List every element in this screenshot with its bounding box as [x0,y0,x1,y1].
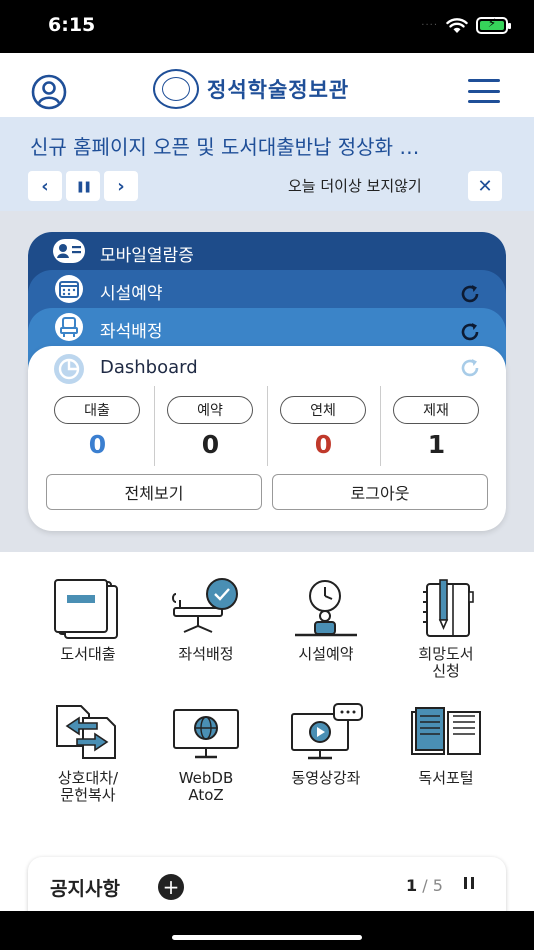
notice-page-total: / 5 [422,876,443,895]
app-header: 정석학술정보관 [0,53,534,117]
stat-label: 제재 [393,396,479,424]
notice-banner: 신규 홈페이지 오픈 및 도서대출반납 정상화 … ‹ ❚❚ › 오늘 더이상 … [0,117,534,211]
stat-overdue[interactable]: 연체 0 [267,396,380,462]
stat-label: 예약 [167,396,253,424]
notice-pagination: 1 / 5 [406,876,443,895]
service-book-request[interactable]: 희망도서 신청 [386,578,506,680]
dashboard-title: Dashboard [100,357,198,378]
pause-icon [464,877,467,889]
service-label: 상호대차/ 문헌복사 [57,769,119,804]
pie-chart-icon [54,354,84,384]
service-label: 좌석배정 [178,645,234,663]
refresh-icon[interactable] [458,320,482,344]
service-seat[interactable]: 좌석배정 [146,578,266,663]
stat-label: 대출 [54,396,140,424]
service-reading-portal[interactable]: 독서포털 [386,702,506,787]
refresh-icon[interactable] [458,356,482,380]
logout-button[interactable]: 로그아웃 [272,474,488,510]
banner-prev-button[interactable]: ‹ [28,171,62,201]
clock-desk-icon [295,580,357,637]
card-stack-area: 모바일열람증 시설예약 좌석배정 Dashboard 대출 0 예약 0 연체 … [0,211,534,552]
stat-reserve[interactable]: 예약 0 [154,396,267,462]
notice-more-button[interactable]: + [158,874,184,900]
service-label: 희망도서 신청 [418,645,474,680]
service-book-loan[interactable]: 도서대출 [28,578,148,663]
signal-dots: ···· [421,20,438,31]
seat-label: 좌석배정 [100,322,163,342]
battery-icon: ⚡ [476,16,511,34]
stat-label: 연체 [280,396,366,424]
notice-pause-button[interactable] [464,877,478,893]
stat-value: 0 [88,430,107,459]
user-circle-icon [31,74,67,110]
banner-pause-button[interactable]: ❚❚ [66,171,100,201]
stat-sanction[interactable]: 제재 1 [380,396,493,462]
service-label: 도서대출 [60,645,116,663]
banner-text[interactable]: 신규 홈페이지 오픈 및 도서대출반납 정상화 … [30,131,500,160]
open-book-icon [411,707,481,755]
service-video-lecture[interactable]: 동영상강좌 [266,702,386,787]
doc-exchange-icon [56,705,116,759]
notebook-pen-icon [423,579,474,637]
seat-icon [52,312,86,342]
home-indicator[interactable] [172,935,362,940]
service-webdb[interactable]: WebDB AtoZ [146,702,266,804]
banner-close-button[interactable]: ✕ [468,171,502,201]
calendar-icon [52,274,86,304]
wifi-icon [446,17,468,33]
status-icons: ···· ⚡ [421,16,511,34]
university-seal-icon [153,69,199,109]
refresh-icon[interactable] [458,282,482,306]
hamburger-menu-button[interactable] [468,79,500,103]
book-icon [54,579,118,639]
service-label: 동영상강좌 [291,769,361,787]
banner-hide-today[interactable]: 오늘 더이상 보지않기 [288,175,422,196]
facility-label: 시설예약 [100,284,163,304]
service-label: 독서포털 [418,769,474,787]
stat-value: 0 [201,430,220,459]
service-label: WebDB AtoZ [178,769,234,804]
service-interlibrary[interactable]: 상호대차/ 문헌복사 [28,702,148,804]
service-facility[interactable]: 시설예약 [266,578,386,663]
status-time: 6:15 [48,14,96,36]
service-label: 시설예약 [298,645,354,663]
stat-value: 0 [314,430,333,459]
seat-chat-icon [172,578,238,633]
stat-loan[interactable]: 대출 0 [41,396,154,462]
library-logo[interactable]: 정석학술정보관 [153,69,349,109]
status-bar: 6:15 ···· ⚡ [0,0,534,53]
notice-title: 공지사항 [50,878,120,900]
view-all-button[interactable]: 전체보기 [46,474,262,510]
video-lecture-icon [291,703,363,760]
hamburger-icon [468,79,500,82]
stat-value: 1 [427,430,446,459]
library-title: 정석학술정보관 [207,78,350,102]
home-bar [0,911,534,950]
banner-next-button[interactable]: › [104,171,138,201]
notice-page-current: 1 [406,876,418,895]
user-profile-button[interactable] [30,73,68,111]
mobile-id-label: 모바일열람증 [100,246,194,266]
id-card-icon [52,236,86,266]
globe-monitor-icon [173,709,239,759]
dashboard-card: Dashboard 대출 0 예약 0 연체 0 제재 1 전체보기 로그아웃 [28,346,506,531]
